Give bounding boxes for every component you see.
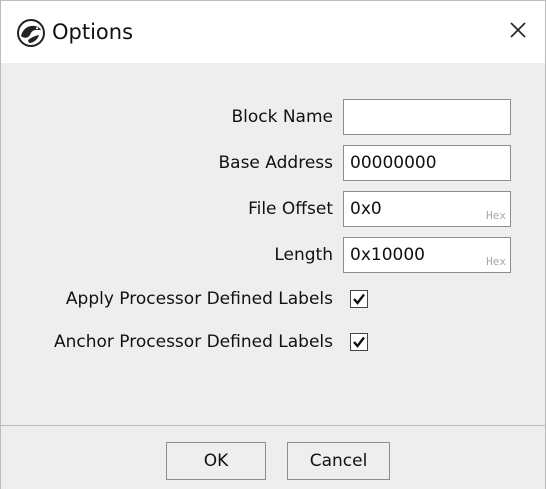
close-icon	[509, 21, 527, 43]
apply-labels-checkbox[interactable]	[350, 290, 368, 308]
file-offset-field[interactable]: Hex	[343, 191, 511, 227]
button-bar: OK Cancel	[1, 425, 545, 489]
dialog-title: Options	[52, 20, 134, 44]
anchor-labels-checkbox[interactable]	[350, 333, 368, 351]
cancel-button[interactable]: Cancel	[287, 442, 390, 480]
apply-labels-label: Apply Processor Defined Labels	[65, 289, 333, 309]
file-offset-label: File Offset	[248, 199, 333, 219]
title-bar[interactable]: Options	[1, 1, 545, 63]
dragon-logo-icon	[17, 19, 45, 47]
ok-button[interactable]: OK	[166, 442, 266, 480]
length-label: Length	[274, 245, 333, 265]
block-name-input[interactable]	[344, 100, 510, 134]
base-address-input[interactable]	[344, 146, 510, 180]
options-form: Block Name Base Address File Offset Hex …	[1, 63, 545, 425]
checkmark-icon	[353, 336, 365, 348]
options-dialog: Options Block Name Base Address File Off…	[0, 0, 546, 489]
close-button[interactable]	[499, 13, 537, 51]
base-address-field[interactable]	[343, 145, 511, 181]
block-name-field[interactable]	[343, 99, 511, 135]
base-address-label: Base Address	[218, 153, 333, 173]
checkmark-icon	[353, 293, 365, 305]
length-field[interactable]: Hex	[343, 237, 511, 273]
block-name-label: Block Name	[231, 107, 333, 127]
length-input[interactable]	[344, 238, 510, 272]
file-offset-input[interactable]	[344, 192, 510, 226]
anchor-labels-label: Anchor Processor Defined Labels	[53, 332, 333, 352]
